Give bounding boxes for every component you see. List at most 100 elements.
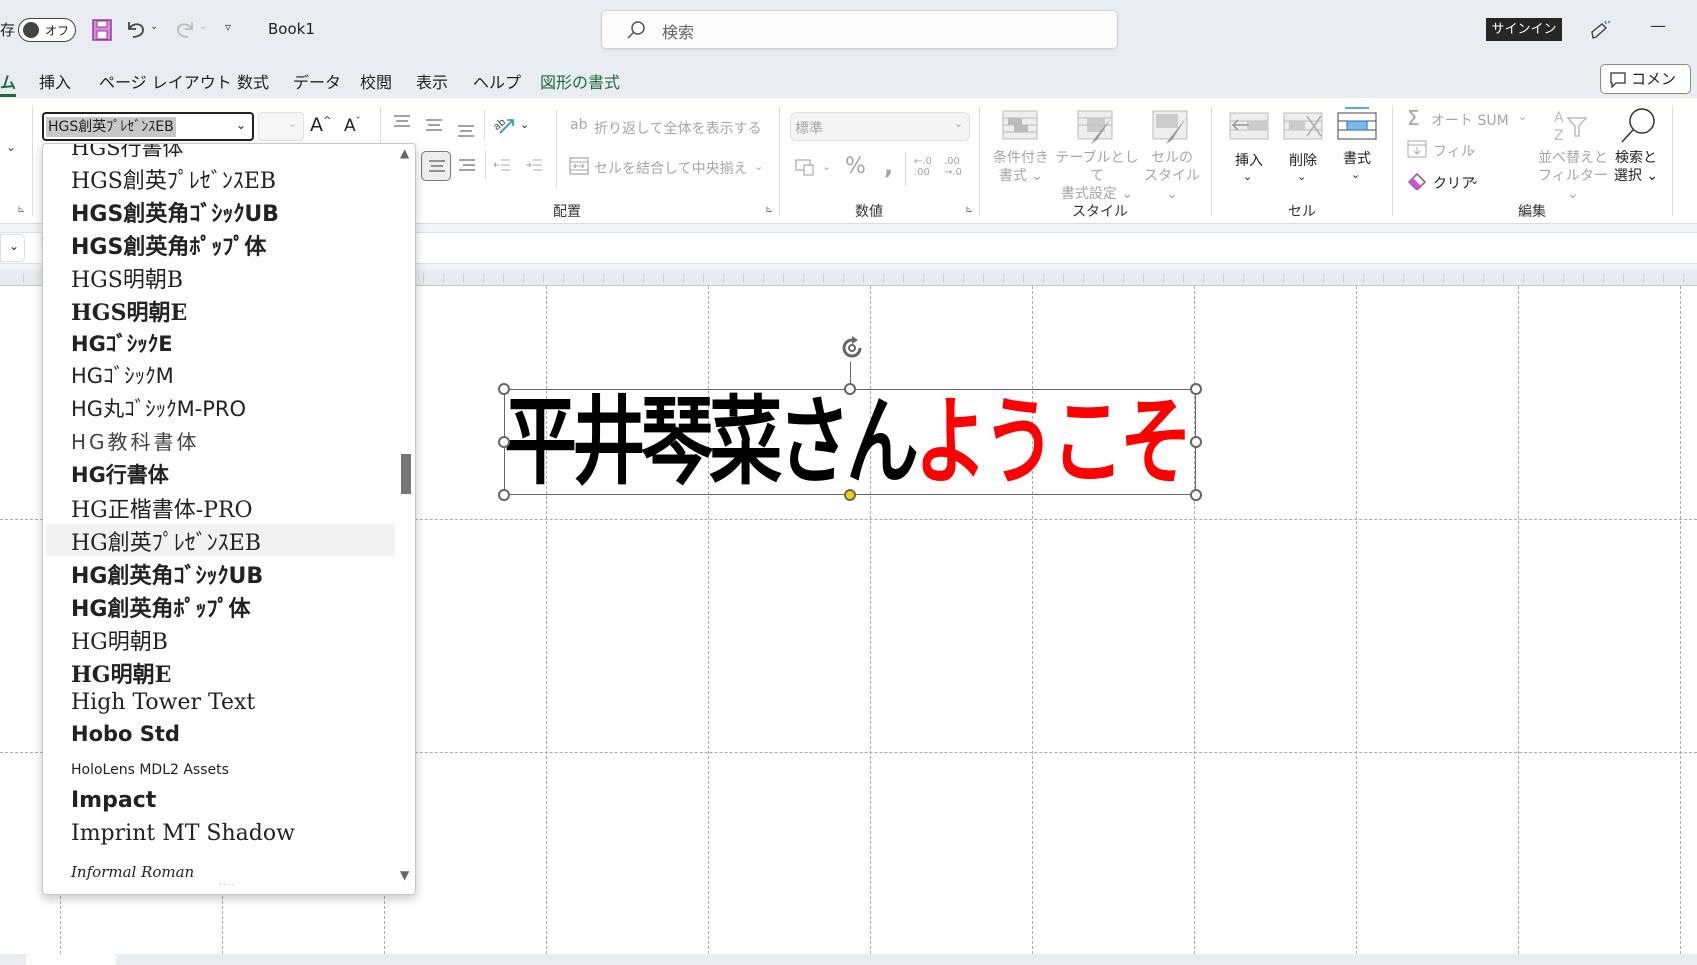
column-header-cell[interactable]: [1484, 273, 1504, 283]
font-list-item[interactable]: HGS行書体: [71, 144, 183, 162]
format-dropdown-icon[interactable]: ⌄: [1351, 168, 1360, 181]
column-header-cell[interactable]: [1064, 273, 1084, 283]
column-header-cell[interactable]: [424, 273, 444, 283]
resize-handle-bottom-left[interactable]: [498, 489, 510, 501]
rotation-handle-icon[interactable]: [838, 334, 868, 362]
font-list-item[interactable]: HG教科書体: [71, 426, 200, 455]
column-header-cell[interactable]: [644, 273, 664, 283]
increase-indent-icon[interactable]: [524, 158, 544, 174]
clipboard-dialog-launcher[interactable]: ⊾: [17, 204, 25, 215]
column-header-cell[interactable]: [524, 273, 544, 283]
column-header-cell[interactable]: [1144, 273, 1164, 283]
font-size-combobox[interactable]: ⌄: [258, 112, 304, 141]
column-header-cell[interactable]: [24, 273, 44, 283]
insert-cells-icon[interactable]: [1229, 112, 1269, 140]
delete-cells-icon[interactable]: [1283, 112, 1323, 140]
column-header-cell[interactable]: [1104, 273, 1124, 283]
font-list-item[interactable]: HG創英角ｺﾞｼｯｸUB: [71, 558, 263, 590]
insert-cells-button[interactable]: 挿入: [1229, 152, 1269, 170]
font-list-item[interactable]: HG丸ｺﾞｼｯｸM-PRO: [71, 393, 246, 423]
column-header-cell[interactable]: [604, 273, 624, 283]
format-as-table-label[interactable]: テーブルとして 書式設定 ⌄: [1054, 149, 1140, 203]
column-header-cell[interactable]: [1524, 273, 1544, 283]
column-header-cell[interactable]: [1124, 273, 1144, 283]
column-header-cell[interactable]: [1184, 273, 1204, 283]
decrease-indent-icon[interactable]: [492, 158, 512, 174]
resize-handle-right[interactable]: [1190, 436, 1202, 448]
column-header-cell[interactable]: [1564, 273, 1584, 283]
conditional-formatting-icon[interactable]: [1002, 110, 1038, 140]
font-name-combobox[interactable]: HGS創英ﾌﾟﾚｾﾞﾝｽEB ⌄: [42, 112, 254, 141]
comment-button[interactable]: コメント: [1600, 64, 1691, 116]
font-list-item[interactable]: HG行書体: [71, 459, 169, 489]
tab-data[interactable]: データ: [293, 69, 341, 93]
column-header-cell[interactable]: [1344, 273, 1364, 283]
column-header-cell[interactable]: [584, 273, 604, 283]
grow-font-button[interactable]: A^: [310, 114, 331, 136]
column-header-cell[interactable]: [704, 273, 724, 283]
font-list-item[interactable]: Informal Roman: [71, 863, 194, 881]
column-header-cell[interactable]: [444, 273, 464, 283]
font-list-item[interactable]: HGS創英角ｺﾞｼｯｸUB: [71, 196, 279, 228]
column-header-cell[interactable]: [1404, 273, 1424, 283]
cell-styles-label[interactable]: セルの スタイル ⌄: [1140, 149, 1204, 203]
autosave-toggle[interactable]: オフ: [18, 18, 76, 42]
alignment-dialog-launcher[interactable]: ⊾: [765, 204, 773, 215]
wrap-text-button[interactable]: 折り返して全体を表示する: [594, 118, 762, 138]
align-bottom-icon[interactable]: [456, 122, 476, 138]
sheet-tab[interactable]: [26, 954, 116, 965]
column-header-cell[interactable]: [1364, 273, 1384, 283]
coauthor-pen-icon[interactable]: [1588, 18, 1612, 42]
column-header-cell[interactable]: [464, 273, 484, 283]
sort-filter-icon[interactable]: AZ: [1552, 108, 1592, 144]
font-list-item[interactable]: HGｺﾞｼｯｸE: [71, 328, 173, 358]
align-center-button[interactable]: [421, 151, 451, 181]
shrink-font-button[interactable]: Aˇ: [344, 116, 361, 136]
decrease-decimal-button[interactable]: .00 →.0: [944, 156, 966, 178]
column-header-cell[interactable]: [1304, 273, 1324, 283]
font-list-item[interactable]: Imprint MT Shadow: [71, 821, 295, 846]
percent-style-button[interactable]: %: [845, 154, 866, 179]
column-header-cell[interactable]: [1244, 273, 1264, 283]
scroll-down-arrow[interactable]: ▼: [400, 868, 409, 882]
column-header-cell[interactable]: [4, 273, 24, 283]
resize-handle-bottom-right[interactable]: [1190, 489, 1202, 501]
delete-cells-button[interactable]: 削除: [1283, 152, 1323, 170]
tab-home[interactable]: ム: [0, 69, 16, 93]
column-header-cell[interactable]: [564, 273, 584, 283]
customize-qat-icon[interactable]: ▿: [225, 20, 231, 34]
font-dropdown-list[interactable]: HGS行書体 HGS創英ﾌﾟﾚｾﾞﾝｽEB HGS創英角ｺﾞｼｯｸUB HGS創英角ﾎ…: [42, 143, 416, 895]
font-list-item[interactable]: High Tower Text: [71, 690, 255, 715]
font-list-item[interactable]: HG創英角ﾎﾟｯﾌﾟ体: [71, 591, 250, 623]
format-cells-icon[interactable]: [1337, 106, 1377, 140]
name-box-dropdown-icon[interactable]: ⌄: [9, 239, 19, 253]
font-list-item[interactable]: HGS創英角ﾎﾟｯﾌﾟ体: [71, 229, 266, 261]
insert-dropdown-icon[interactable]: ⌄: [1243, 170, 1252, 183]
tab-shape-format[interactable]: 図形の書式: [540, 69, 620, 93]
column-header-cell[interactable]: [984, 273, 1004, 283]
find-select-label[interactable]: 検索と 選択 ⌄: [1608, 149, 1664, 185]
column-header-cell[interactable]: [1044, 273, 1064, 283]
column-header-cell[interactable]: [784, 273, 804, 283]
column-header-cell[interactable]: [844, 273, 864, 283]
column-header-cell[interactable]: [944, 273, 964, 283]
align-top-icon[interactable]: [392, 114, 412, 130]
column-header-cell[interactable]: [1164, 273, 1184, 283]
font-list-item[interactable]: Hobo Std: [71, 722, 180, 746]
format-cells-button[interactable]: 書式: [1337, 150, 1377, 168]
save-icon[interactable]: [92, 19, 112, 41]
column-header-cell[interactable]: [1644, 273, 1664, 283]
tab-insert[interactable]: 挿入: [39, 69, 71, 93]
format-as-table-icon[interactable]: [1077, 110, 1113, 146]
fill-dropdown-icon[interactable]: ⌄: [1468, 142, 1477, 155]
resize-handle-top-right[interactable]: [1190, 383, 1202, 395]
column-header-cell[interactable]: [1384, 273, 1404, 283]
clipboard-expand-icon[interactable]: ⌄: [6, 140, 16, 154]
font-name-value[interactable]: HGS創英ﾌﾟﾚｾﾞﾝｽEB: [46, 117, 176, 137]
delete-dropdown-icon[interactable]: ⌄: [1297, 170, 1306, 183]
column-header-cell[interactable]: [664, 273, 684, 283]
tab-review[interactable]: 校閲: [360, 69, 392, 93]
resize-handle-top[interactable]: [844, 383, 856, 395]
font-list-item[interactable]: HGS創英ﾌﾟﾚｾﾞﾝｽEB: [71, 163, 276, 195]
conditional-formatting-label[interactable]: 条件付き 書式 ⌄: [990, 149, 1052, 185]
